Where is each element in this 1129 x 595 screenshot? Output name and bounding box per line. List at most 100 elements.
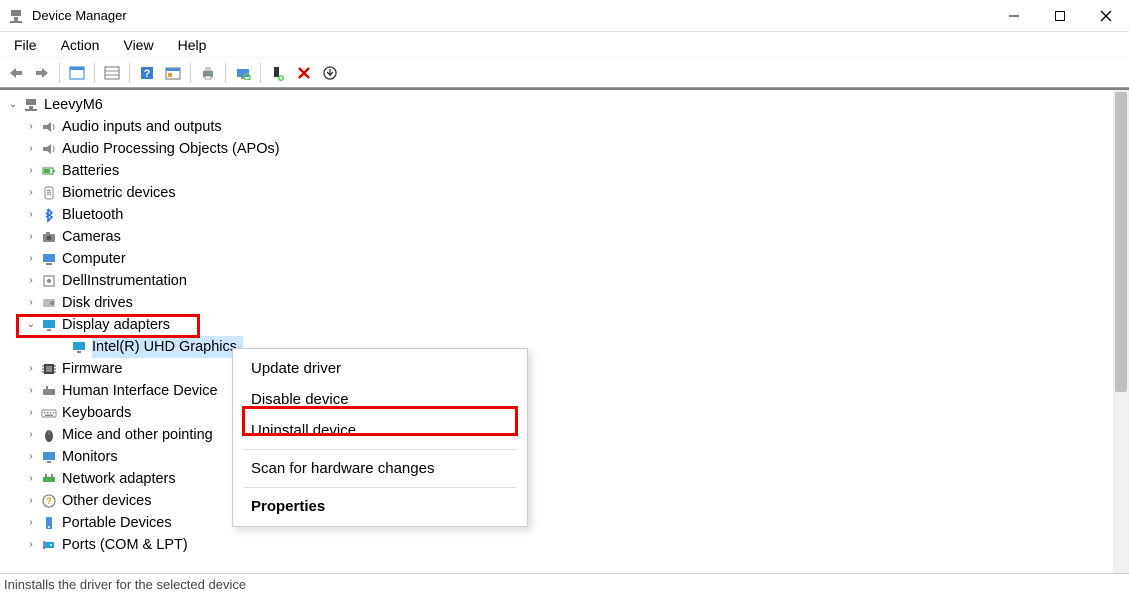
tree-root[interactable]: ⌄ LeevyM6 [4,94,1129,116]
tree-item[interactable]: › Human Interface Device [4,380,1129,402]
tree-item[interactable]: › Network adapters [4,468,1129,490]
toolbar-remove-button[interactable] [292,61,316,85]
tree-item[interactable]: ›Biometric devices [4,182,1129,204]
tree-item-label: Monitors [62,446,124,468]
speaker-icon [40,140,58,158]
toolbar-update-button[interactable] [318,61,342,85]
context-menu-update-driver[interactable]: Update driver [233,353,527,384]
tree-child-item[interactable]: Intel(R) UHD Graphics [4,336,1129,358]
toolbar-separator [59,63,60,83]
device-tree[interactable]: ⌄ LeevyM6 ›Audio inputs and outputs›Audi… [0,90,1129,560]
tree-item-label: Batteries [62,160,125,182]
chevron-right-icon[interactable]: › [24,424,38,446]
tree-item[interactable]: ›Keyboards [4,402,1129,424]
vertical-scrollbar[interactable] [1113,90,1129,573]
tree-item[interactable]: › Monitors [4,446,1129,468]
toolbar-print-button[interactable] [196,61,220,85]
toolbar-separator [190,63,191,83]
close-button[interactable] [1083,0,1129,31]
toolbar-separator [260,63,261,83]
display-icon [70,338,88,356]
svg-text:?: ? [144,68,151,80]
chevron-right-icon[interactable]: › [24,160,38,182]
chevron-right-icon[interactable]: › [24,402,38,424]
device-icon [40,272,58,290]
tree-item-label: Cameras [62,226,127,248]
svg-text:+: + [279,73,284,81]
tree-item[interactable]: › Cameras [4,226,1129,248]
toolbar-help-button[interactable]: ? [135,61,159,85]
tree-item[interactable]: › Disk drives [4,292,1129,314]
chevron-right-icon[interactable]: › [24,204,38,226]
tree-item[interactable]: ›Audio inputs and outputs [4,116,1129,138]
menu-view[interactable]: View [113,35,163,55]
biometric-icon [40,184,58,202]
firmware-icon [40,360,58,378]
tree-item[interactable]: ›Bluetooth [4,204,1129,226]
menu-action[interactable]: Action [51,35,110,55]
tree-item[interactable]: ⌄Display adapters [4,314,1129,336]
context-menu: Update driver Disable device Uninstall d… [232,348,528,527]
tree-item[interactable]: › Audio Processing Objects (APOs) [4,138,1129,160]
toolbar-scan-button[interactable] [231,61,255,85]
toolbar-properties-button[interactable] [100,61,124,85]
context-menu-properties[interactable]: Properties [233,491,527,522]
menubar: File Action View Help [0,32,1129,58]
maximize-button[interactable] [1037,0,1083,31]
chevron-right-icon[interactable]: › [24,380,38,402]
toolbar-show-hide-button[interactable] [65,61,89,85]
tree-item[interactable]: ›?Other devices [4,490,1129,512]
menu-file[interactable]: File [4,35,47,55]
toolbar-options-button[interactable] [161,61,185,85]
chevron-right-icon[interactable]: › [24,270,38,292]
scrollbar-thumb[interactable] [1115,92,1127,392]
chevron-right-icon[interactable]: › [24,490,38,512]
chevron-right-icon[interactable]: › [24,512,38,534]
tree-item-label: Portable Devices [62,512,178,534]
chevron-right-icon[interactable]: › [24,138,38,160]
tree-item[interactable]: ›Mice and other pointing [4,424,1129,446]
toolbar-forward-button[interactable] [30,61,54,85]
chevron-right-icon[interactable]: › [24,248,38,270]
svg-text:?: ? [46,496,52,506]
tree-item[interactable]: › Portable Devices [4,512,1129,534]
window-title: Device Manager [32,8,991,23]
chevron-right-icon[interactable]: › [24,292,38,314]
statusbar-text: Ininstalls the driver for the selected d… [4,577,246,592]
chevron-right-icon[interactable]: › [24,534,38,556]
other-icon: ? [40,492,58,510]
tree-item[interactable]: › Batteries [4,160,1129,182]
chevron-right-icon[interactable]: › [24,358,38,380]
monitor-icon [40,448,58,466]
context-menu-disable-device[interactable]: Disable device [233,384,527,415]
minimize-button[interactable] [991,0,1037,31]
chevron-right-icon[interactable]: › [24,116,38,138]
network-icon [40,470,58,488]
toolbar-back-button[interactable] [4,61,28,85]
chevron-down-icon[interactable]: ⌄ [24,314,38,336]
mouse-icon [40,426,58,444]
chevron-down-icon[interactable]: ⌄ [6,94,20,116]
computer-icon [22,96,40,114]
chevron-right-icon[interactable]: › [24,182,38,204]
tree-item[interactable]: ›Computer [4,248,1129,270]
tree-root-label: LeevyM6 [44,94,109,116]
tree-item-label: Human Interface Device [62,380,224,402]
context-menu-uninstall-device[interactable]: Uninstall device [233,415,527,446]
context-menu-scan[interactable]: Scan for hardware changes [233,453,527,484]
menu-help[interactable]: Help [168,35,217,55]
tree-child-label: Intel(R) UHD Graphics [92,336,243,358]
tree-item-label: Network adapters [62,468,182,490]
tree-item-label: Disk drives [62,292,139,314]
tree-item-label: Audio Processing Objects (APOs) [62,138,286,160]
chevron-right-icon[interactable]: › [24,468,38,490]
port-icon [40,536,58,554]
battery-icon [40,162,58,180]
tree-item[interactable]: ›Firmware [4,358,1129,380]
tree-item[interactable]: › Ports (COM & LPT) [4,534,1129,556]
toolbar-add-device-button[interactable]: + [266,61,290,85]
tree-item-label: Ports (COM & LPT) [62,534,194,556]
chevron-right-icon[interactable]: › [24,446,38,468]
tree-item[interactable]: ›DellInstrumentation [4,270,1129,292]
chevron-right-icon[interactable]: › [24,226,38,248]
